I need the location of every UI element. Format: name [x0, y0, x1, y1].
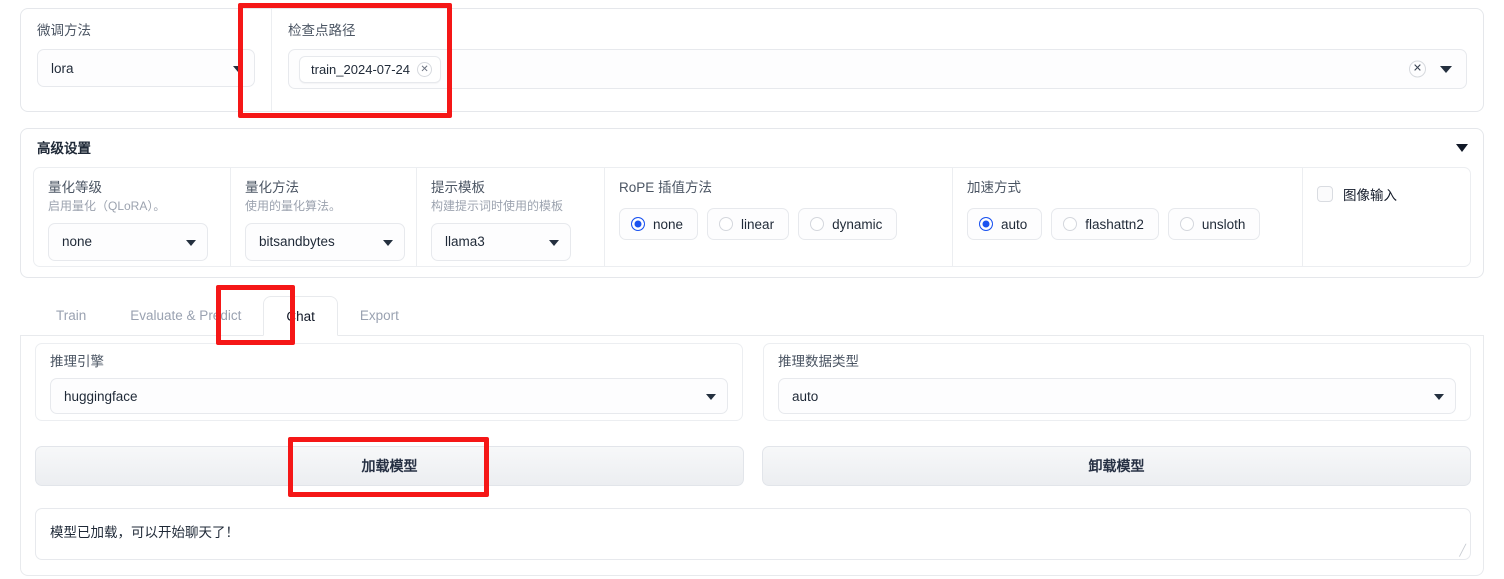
finetune-method-label: 微调方法 — [37, 23, 91, 38]
load-model-button[interactable]: 加载模型 — [35, 446, 744, 486]
prompt-template-label: 提示模板 — [431, 180, 485, 195]
radio-unselected-icon — [1063, 217, 1078, 232]
booster-option-flashattn2[interactable]: flashattn2 — [1051, 208, 1159, 241]
rope-option-dynamic[interactable]: dynamic — [798, 208, 898, 241]
rope-option-none-label: none — [653, 216, 684, 232]
quantization-method-sublabel: 使用的量化算法。 — [245, 199, 342, 214]
top-config-row: 微调方法 lora 检查点路径 train_2024-07-24 ✕ ✕ — [20, 8, 1484, 112]
advanced-settings-body: 量化等级 启用量化（QLoRA）。 none 量化方法 使用的量化算法。 bit… — [33, 167, 1471, 267]
finetune-method-select[interactable]: lora — [37, 49, 255, 88]
checkpoint-token-label: train_2024-07-24 — [311, 61, 411, 77]
tab-export[interactable]: Export — [338, 295, 421, 335]
chevron-down-icon — [1434, 394, 1444, 401]
rope-option-linear[interactable]: linear — [707, 208, 790, 241]
inference-engine-value: huggingface — [64, 388, 138, 404]
resize-handle-icon[interactable]: ╱ — [1459, 546, 1466, 557]
visual-inputs-label: 图像输入 — [1343, 188, 1397, 203]
chevron-down-icon — [549, 239, 559, 246]
inference-dtype-field: 推理数据类型 auto — [763, 343, 1471, 421]
chat-tab-panel: 推理引擎 huggingface 推理数据类型 auto 加载模型 卸载模型 模… — [20, 336, 1484, 576]
rope-scaling-label: RoPE 插值方法 — [619, 180, 713, 195]
chevron-down-icon — [186, 239, 196, 246]
finetune-method-field: 微调方法 lora — [21, 9, 271, 111]
rope-scaling-radio-group: none linear dynamic — [619, 208, 938, 241]
prompt-template-select[interactable]: llama3 — [431, 222, 571, 261]
inference-engine-label: 推理引擎 — [50, 354, 104, 369]
advanced-settings-header[interactable]: 高级设置 — [21, 129, 1483, 165]
chevron-down-icon — [233, 66, 243, 73]
tab-train[interactable]: Train — [34, 295, 108, 335]
main-tabs: Train Evaluate & Predict Chat Export — [20, 296, 1484, 336]
status-textarea[interactable]: 模型已加载，可以开始聊天了！ ╱ — [35, 508, 1471, 560]
quantization-bit-value: none — [62, 234, 93, 250]
quantization-method-label: 量化方法 — [245, 180, 299, 195]
model-action-buttons: 加载模型 卸载模型 — [35, 446, 1471, 486]
checkpoint-path-field: 检查点路径 train_2024-07-24 ✕ ✕ — [271, 9, 1483, 111]
chevron-down-icon — [383, 239, 393, 246]
quantization-method-field: 量化方法 使用的量化算法。 bitsandbytes — [230, 168, 416, 266]
prompt-template-value: llama3 — [445, 234, 485, 250]
radio-selected-icon — [631, 217, 645, 232]
rope-option-none[interactable]: none — [619, 208, 699, 241]
prompt-template-sublabel: 构建提示词时使用的模板 — [431, 199, 564, 214]
radio-selected-icon — [979, 217, 993, 232]
quantization-method-value: bitsandbytes — [259, 234, 335, 250]
close-icon[interactable]: ✕ — [417, 61, 433, 77]
inference-engine-select[interactable]: huggingface — [50, 378, 728, 415]
tab-chat[interactable]: Chat — [263, 296, 338, 336]
booster-option-auto[interactable]: auto — [967, 208, 1043, 241]
booster-label: 加速方式 — [967, 180, 1021, 195]
quantization-bit-label: 量化等级 — [48, 180, 102, 195]
checkbox-unchecked-icon[interactable] — [1317, 186, 1333, 202]
visual-inputs-field: 图像输入 — [1302, 168, 1470, 266]
tab-evaluate-predict[interactable]: Evaluate & Predict — [108, 295, 263, 335]
checkpoint-token[interactable]: train_2024-07-24 ✕ — [299, 55, 442, 83]
radio-unselected-icon — [810, 217, 825, 232]
booster-field: 加速方式 auto flashattn2 unsloth — [952, 168, 1302, 266]
visual-inputs-checkbox-row[interactable]: 图像输入 — [1317, 184, 1456, 204]
quantization-bit-select[interactable]: none — [48, 222, 208, 261]
rope-option-linear-label: linear — [741, 216, 775, 232]
radio-unselected-icon — [1179, 217, 1194, 232]
quantization-method-select[interactable]: bitsandbytes — [245, 222, 405, 261]
checkpoint-path-multiselect[interactable]: train_2024-07-24 ✕ ✕ — [288, 49, 1467, 90]
radio-unselected-icon — [719, 217, 734, 232]
inference-dtype-value: auto — [792, 388, 819, 404]
advanced-settings-panel: 高级设置 量化等级 启用量化（QLoRA）。 none 量化方法 使用的量化算法… — [20, 128, 1484, 278]
inference-dtype-label: 推理数据类型 — [778, 354, 859, 369]
booster-option-flashattn2-label: flashattn2 — [1085, 216, 1144, 232]
booster-option-unsloth-label: unsloth — [1201, 216, 1246, 232]
inference-dtype-select[interactable]: auto — [778, 378, 1456, 415]
rope-option-dynamic-label: dynamic — [832, 216, 883, 232]
inference-engine-field: 推理引擎 huggingface — [35, 343, 743, 421]
booster-option-auto-label: auto — [1001, 216, 1028, 232]
checkpoint-path-label: 检查点路径 — [288, 23, 356, 38]
booster-radio-group: auto flashattn2 unsloth — [967, 208, 1288, 241]
close-circle-icon[interactable]: ✕ — [1409, 60, 1426, 78]
quantization-bit-field: 量化等级 启用量化（QLoRA）。 none — [34, 168, 230, 266]
prompt-template-field: 提示模板 构建提示词时使用的模板 llama3 — [416, 168, 604, 266]
inference-settings-row: 推理引擎 huggingface 推理数据类型 auto — [35, 343, 1471, 421]
rope-scaling-field: RoPE 插值方法 none linear dynamic — [604, 168, 952, 266]
chevron-down-icon[interactable] — [1440, 66, 1452, 74]
chevron-down-icon — [706, 394, 716, 401]
finetune-method-value: lora — [51, 60, 74, 76]
app-root: 微调方法 lora 检查点路径 train_2024-07-24 ✕ ✕ 高级设… — [0, 0, 1504, 579]
advanced-settings-title: 高级设置 — [37, 141, 91, 156]
status-message: 模型已加载，可以开始聊天了！ — [50, 525, 239, 540]
unload-model-button[interactable]: 卸载模型 — [762, 446, 1471, 486]
booster-option-unsloth[interactable]: unsloth — [1167, 208, 1261, 241]
quantization-bit-sublabel: 启用量化（QLoRA）。 — [48, 199, 166, 214]
triangle-down-icon[interactable] — [1456, 144, 1468, 152]
